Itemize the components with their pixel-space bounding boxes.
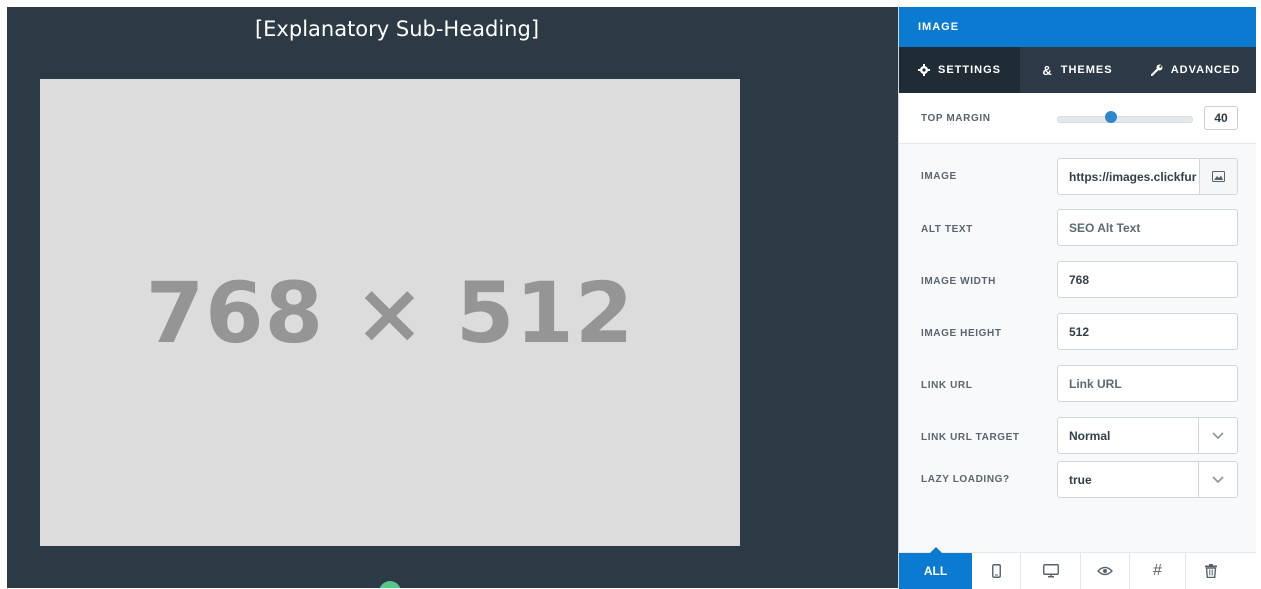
link-url-field[interactable]: Link URL [1057, 365, 1238, 402]
ampersand-icon: & [1042, 62, 1053, 78]
lazy-loading-label: LAZY LOADING? [921, 474, 1010, 485]
link-url-label: LINK URL [921, 380, 973, 391]
wrench-icon [1150, 64, 1163, 76]
image-placeholder[interactable]: 768 × 512 [40, 79, 740, 546]
image-height-field[interactable]: 512 [1057, 313, 1238, 350]
lazy-loading-value: true [1069, 472, 1092, 487]
chevron-down-icon [1212, 476, 1224, 483]
all-devices-button[interactable]: ALL [899, 547, 972, 589]
device-visibility-bar: ALL # [899, 547, 1256, 589]
image-url-field[interactable]: https://images.clickfur [1057, 158, 1238, 195]
editor-canvas: [Explanatory Sub-Heading] 768 × 512 [7, 7, 898, 588]
link-url-target-label: LINK URL TARGET [921, 432, 1020, 443]
alt-text-label: ALT TEXT [921, 224, 973, 235]
tab-settings[interactable]: SETTINGS [899, 47, 1020, 93]
link-url-target-dropdown-button[interactable] [1198, 418, 1237, 453]
desktop-button[interactable] [1021, 553, 1081, 589]
tab-settings-label: SETTINGS [937, 64, 1001, 76]
top-margin-label: TOP MARGIN [921, 113, 991, 124]
image-url-value: https://images.clickfur [1069, 169, 1197, 184]
add-element-handle[interactable] [379, 581, 401, 588]
hash-icon[interactable]: # [1130, 553, 1186, 589]
image-placeholder-text: 768 × 512 [145, 263, 635, 362]
tab-advanced[interactable]: ADVANCED [1135, 47, 1256, 93]
image-icon [1212, 171, 1225, 182]
top-margin-slider-track[interactable] [1057, 116, 1193, 123]
preview-button[interactable] [1081, 553, 1130, 589]
delete-button[interactable] [1186, 553, 1235, 589]
tab-advanced-label: ADVANCED [1170, 64, 1241, 76]
sub-heading-text[interactable]: [Explanatory Sub-Heading] [7, 17, 787, 41]
lazy-loading-dropdown-button[interactable] [1198, 462, 1237, 497]
image-picker-button[interactable] [1199, 159, 1237, 194]
image-height-label: IMAGE HEIGHT [921, 328, 1002, 339]
chevron-down-icon [1212, 432, 1224, 439]
fields-section: IMAGE https://images.clickfur ALT TEXT S… [899, 144, 1256, 552]
image-width-field[interactable]: 768 [1057, 261, 1238, 298]
alt-text-field[interactable]: SEO Alt Text [1057, 209, 1238, 246]
top-margin-slider-thumb[interactable] [1104, 111, 1117, 123]
top-margin-row: TOP MARGIN 40 [899, 93, 1256, 144]
image-width-label: IMAGE WIDTH [921, 276, 996, 287]
trash-icon [1204, 564, 1217, 578]
link-url-target-value: Normal [1069, 428, 1111, 443]
mobile-button[interactable] [972, 553, 1021, 589]
tab-themes-label: THEMES [1060, 64, 1113, 76]
image-settings-panel: IMAGE SETTINGS & THEMES ADVANCED TOP MAR… [898, 7, 1256, 589]
mobile-icon [991, 564, 1001, 578]
top-margin-value[interactable]: 40 [1204, 106, 1238, 130]
panel-title: IMAGE [899, 7, 1256, 47]
link-url-target-select[interactable]: Normal [1057, 417, 1238, 454]
image-label: IMAGE [921, 171, 957, 182]
panel-tabs: SETTINGS & THEMES ADVANCED [899, 47, 1256, 93]
tab-themes[interactable]: & THEMES [1020, 47, 1135, 93]
lazy-loading-select[interactable]: true [1057, 461, 1238, 498]
gear-icon [917, 64, 930, 76]
eye-icon [1097, 566, 1113, 576]
desktop-icon [1042, 564, 1059, 578]
